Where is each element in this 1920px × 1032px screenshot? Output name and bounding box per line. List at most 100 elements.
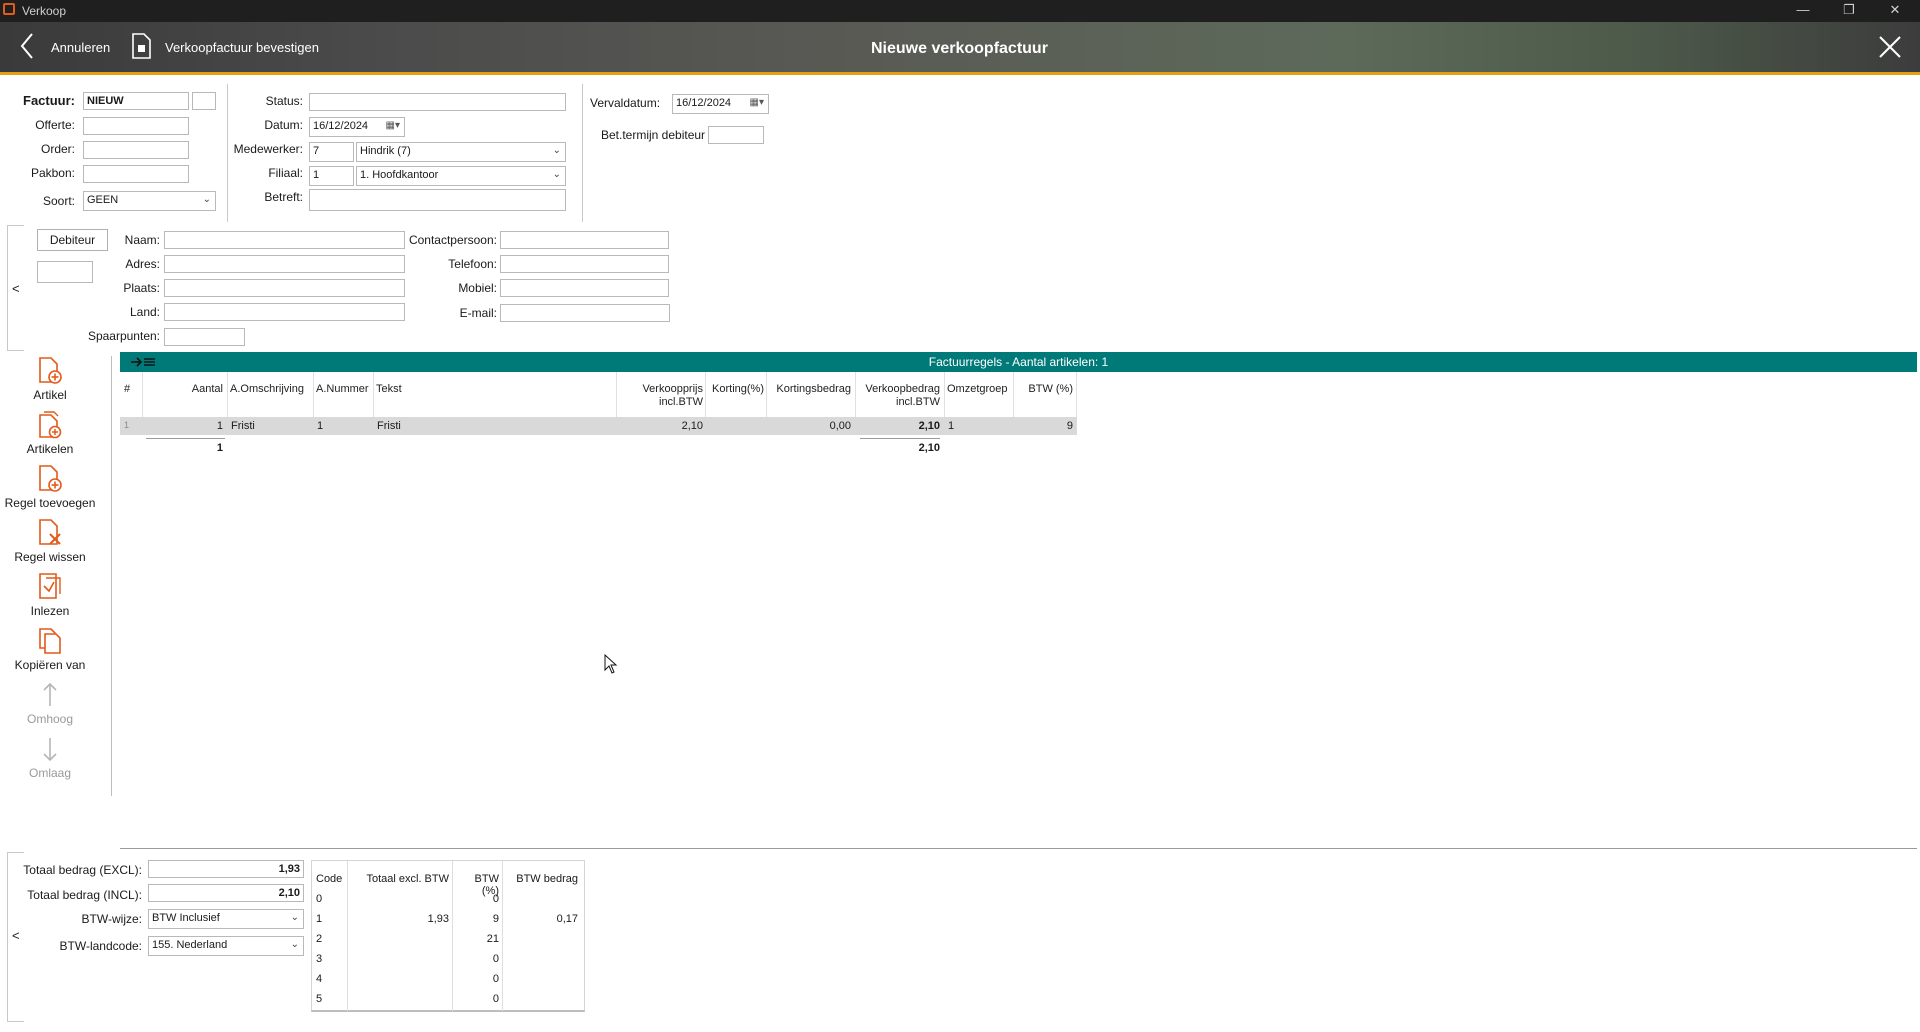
betreft-field[interactable] bbox=[309, 189, 566, 211]
inlezen-button[interactable]: Inlezen bbox=[0, 572, 100, 618]
row-omzetgroep[interactable]: 1 bbox=[948, 420, 954, 432]
col-header-verkoopbedrag[interactable]: Verkoopbedrag incl.BTW bbox=[858, 383, 940, 409]
col-header-verkoopprijs[interactable]: Verkoopprijs incl.BTW bbox=[625, 383, 703, 409]
filiaal-code-field[interactable]: 1 bbox=[309, 166, 354, 186]
btw-landcode-select[interactable]: 155. Nederland ⌄ bbox=[148, 936, 304, 956]
medewerker-select[interactable]: Hindrik (7) ⌄ bbox=[356, 142, 566, 162]
email-field[interactable] bbox=[500, 304, 670, 322]
cancel-label: Annuleren bbox=[51, 40, 111, 55]
offerte-field[interactable] bbox=[83, 117, 189, 135]
factuur-number-field[interactable]: NIEUW bbox=[83, 92, 189, 110]
debtor-collapse-button[interactable]: < bbox=[7, 225, 24, 351]
spaarpunten-field[interactable] bbox=[164, 328, 245, 346]
soort-select[interactable]: GEEN ⌄ bbox=[83, 191, 216, 211]
regel-toevoegen-button[interactable]: Regel toevoegen bbox=[0, 464, 100, 510]
btw-breakdown-table: Code Totaal excl. BTW BTW (%) BTW bedrag… bbox=[311, 860, 585, 1012]
col-header-omschrijving[interactable]: A.Omschrijving bbox=[230, 383, 304, 396]
column-separator bbox=[227, 372, 228, 417]
pakbon-field[interactable] bbox=[83, 165, 189, 183]
btw-landcode-value: 155. Nederland bbox=[152, 939, 228, 951]
col-header-kortingsbedrag[interactable]: Kortingsbedrag bbox=[768, 383, 851, 396]
naam-field[interactable] bbox=[164, 231, 405, 249]
summary-collapse-button[interactable]: < bbox=[7, 852, 24, 1022]
inlezen-label: Inlezen bbox=[30, 604, 70, 618]
grid-header-bar: Factuurregels - Aantal artikelen: 1 bbox=[120, 352, 1917, 372]
row-btw[interactable]: 9 bbox=[1016, 420, 1073, 432]
medewerker-code-field[interactable]: 7 bbox=[309, 142, 354, 162]
filiaal-name: 1. Hoofdkantoor bbox=[360, 169, 439, 181]
email-label: E-mail: bbox=[459, 306, 497, 320]
contactpersoon-field[interactable] bbox=[500, 231, 669, 249]
omhoog-button[interactable]: Omhoog bbox=[0, 680, 100, 726]
col-header-korting[interactable]: Korting(%) bbox=[707, 383, 764, 396]
delete-row-icon bbox=[39, 519, 61, 545]
column-separator bbox=[313, 372, 314, 417]
filiaal-select[interactable]: 1. Hoofdkantoor ⌄ bbox=[356, 166, 566, 186]
artikel-label: Artikel bbox=[33, 388, 67, 402]
col-header-verkoopprijs-line2: incl.BTW bbox=[659, 396, 703, 408]
btw-row-code: 2 bbox=[316, 933, 323, 945]
plaats-field[interactable] bbox=[164, 279, 405, 297]
factuur-suffix-field[interactable] bbox=[192, 92, 216, 110]
btw-wijze-label: BTW-wijze: bbox=[81, 912, 142, 926]
mobiel-field[interactable] bbox=[500, 279, 669, 297]
vervaldatum-date-picker[interactable]: 16/12/2024 ▦▾ bbox=[672, 94, 769, 114]
chevron-down-icon: ⌄ bbox=[552, 145, 561, 156]
column-separator bbox=[855, 372, 856, 417]
btw-wijze-select[interactable]: BTW Inclusief ⌄ bbox=[148, 909, 304, 929]
calendar-icon[interactable]: ▦▾ bbox=[386, 119, 400, 133]
debiteur-button[interactable]: Debiteur bbox=[37, 229, 108, 251]
totaal-incl-value: 2,10 bbox=[148, 884, 304, 902]
divider bbox=[582, 84, 583, 222]
medewerker-name: Hindrik (7) bbox=[360, 145, 411, 157]
telefoon-field[interactable] bbox=[500, 255, 669, 273]
kopieren-van-button[interactable]: Kopiëren van bbox=[0, 626, 100, 672]
row-verkoopbedrag[interactable]: 2,10 bbox=[858, 420, 940, 432]
btw-landcode-label: BTW-landcode: bbox=[59, 939, 142, 953]
row-omschrijving[interactable]: Fristi bbox=[231, 420, 255, 432]
row-tekst[interactable]: Fristi bbox=[377, 420, 401, 432]
column-separator bbox=[142, 372, 143, 417]
status-field[interactable] bbox=[309, 93, 566, 111]
row-nummer[interactable]: 1 bbox=[317, 420, 323, 432]
btw-row-code: 1 bbox=[316, 913, 323, 925]
add-document-icon bbox=[39, 357, 62, 384]
window-close-icon[interactable]: ✕ bbox=[1872, 0, 1918, 22]
arrow-up-icon bbox=[43, 682, 57, 706]
offerte-label: Offerte: bbox=[35, 118, 75, 132]
btw-row-pct: 0 bbox=[492, 953, 499, 965]
debiteur-code-field[interactable] bbox=[37, 261, 93, 283]
datum-date-picker[interactable]: 16/12/2024 ▦▾ bbox=[309, 117, 405, 137]
collapse-label: < bbox=[12, 281, 20, 296]
column-separator bbox=[944, 372, 945, 417]
toolbar-divider bbox=[111, 356, 112, 796]
row-verkoopprijs[interactable]: 2,10 bbox=[625, 420, 703, 432]
row-aantal[interactable]: 1 bbox=[142, 420, 223, 432]
col-header-aantal[interactable]: Aantal bbox=[142, 383, 223, 396]
col-header-tekst[interactable]: Tekst bbox=[376, 383, 436, 396]
land-field[interactable] bbox=[164, 303, 405, 321]
col-header-omzetgroep[interactable]: Omzetgroep bbox=[947, 383, 1013, 396]
arrow-down-icon bbox=[43, 738, 57, 762]
col-header-nr[interactable]: # bbox=[124, 383, 134, 396]
adres-field[interactable] bbox=[164, 255, 405, 273]
artikel-button[interactable]: Artikel bbox=[0, 356, 100, 402]
omlaag-button[interactable]: Omlaag bbox=[0, 734, 100, 780]
col-header-nummer[interactable]: A.Nummer bbox=[316, 383, 376, 396]
bettermijn-field[interactable] bbox=[708, 126, 764, 144]
pakbon-label: Pakbon: bbox=[30, 166, 75, 180]
order-field[interactable] bbox=[83, 141, 189, 159]
restore-icon[interactable]: ❐ bbox=[1826, 0, 1872, 22]
regel-wissen-button[interactable]: Regel wissen bbox=[0, 518, 100, 564]
kopieren-van-label: Kopiëren van bbox=[14, 658, 86, 672]
table-row[interactable]: 1 1 Fristi 1 Fristi 2,10 0,00 2,10 1 9 bbox=[120, 417, 1077, 435]
totaal-excl-value: 1,93 bbox=[148, 860, 304, 878]
minimize-icon[interactable]: — bbox=[1780, 0, 1826, 22]
column-separator bbox=[1076, 372, 1077, 417]
row-kortingsbedrag[interactable]: 0,00 bbox=[768, 420, 851, 432]
artikelen-button[interactable]: Artikelen bbox=[0, 410, 100, 456]
mouse-cursor-icon bbox=[604, 654, 618, 674]
calendar-icon[interactable]: ▦▾ bbox=[750, 96, 764, 110]
col-header-btw[interactable]: BTW (%) bbox=[1016, 383, 1073, 396]
telefoon-label: Telefoon: bbox=[448, 257, 497, 271]
